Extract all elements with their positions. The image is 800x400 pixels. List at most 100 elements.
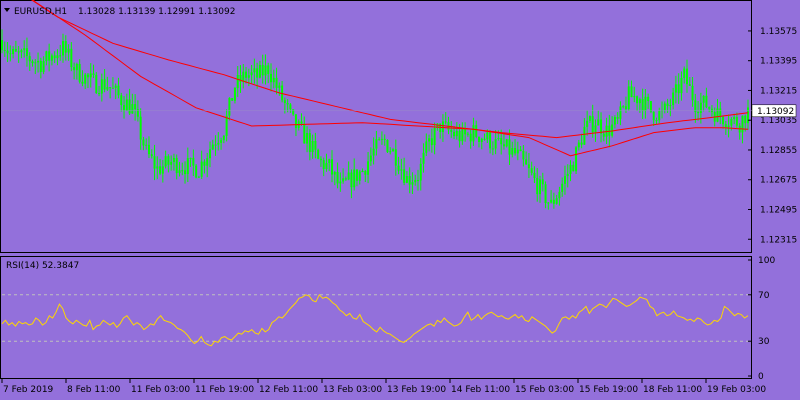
candle-body [392,149,395,152]
candle [314,132,317,159]
candle [28,52,31,71]
candle-body [394,149,397,166]
time-axis: 7 Feb 2019 8 Feb 11:00 11 Feb 03:00 11 Feb … [1,379,766,395]
candle [411,172,414,194]
candle-body [14,48,17,52]
candle-body [597,119,600,126]
candle [100,73,103,102]
candle-body [111,87,114,89]
candle-body [264,65,267,76]
candle [142,136,145,151]
candle-body [669,105,672,107]
candle [738,123,741,140]
candle-body [702,95,705,103]
candle-body [458,131,461,142]
candle-body [453,131,456,137]
candle [123,96,126,119]
candle [308,129,311,161]
candle [558,186,561,206]
candle [278,82,281,96]
ohlc-label: 1.13028 1.13139 1.12991 1.13092 [78,7,235,17]
candle [339,172,342,192]
candle-body [25,48,28,57]
candle-body [583,126,586,145]
candle-body [189,157,192,159]
candle-body [272,77,275,83]
triangle-down-icon[interactable] [4,8,10,12]
rsi-tick-label: 70 [758,291,770,301]
time-tick-label: 18 Feb 11:00 [643,385,702,395]
candle-body [178,170,181,174]
candle [422,143,425,173]
candle [50,53,53,66]
candle [256,62,259,89]
candle-body [56,55,59,59]
candle [355,169,358,187]
candle [491,141,494,156]
candle [683,66,686,84]
candle [98,85,101,97]
candle-body [525,159,528,165]
candle [588,115,591,123]
candle [211,139,214,151]
candle [688,77,691,86]
candle [336,162,339,189]
price-chart[interactable]: 1.13575 1.13395 1.13215 1.13035 1.12855 1.126… [0,0,800,400]
candle-body [544,184,547,204]
time-tick-label: 7 Feb 2019 [3,385,54,395]
candle-body [672,92,675,106]
candle [120,92,123,112]
candle-body [730,119,733,126]
candle-body [319,158,322,161]
rsi-tick-label: 100 [758,256,775,266]
candle [317,148,320,160]
candle-body [220,140,223,143]
candle [464,122,467,142]
candle-body [164,156,167,167]
candle-body [430,138,433,146]
candle [186,147,189,182]
candle [649,101,652,114]
candle-body [616,117,619,119]
candle [281,80,284,103]
candle [167,154,170,173]
candle-body [228,98,231,116]
candle-body [699,102,702,113]
candle-body [486,132,489,140]
candle-body [170,161,173,165]
time-tick-label: 15 Feb 03:00 [515,385,574,395]
candle-body [103,79,106,90]
candle-body [602,133,605,137]
candle [597,110,600,126]
candle [20,48,23,59]
candle [189,157,192,167]
candle-body [591,116,594,133]
candle-body [613,117,616,125]
candle [333,170,336,186]
candle-body [3,49,6,51]
candle-body [17,51,20,53]
candle-body [78,63,81,82]
candle-body [253,68,256,73]
candle-body [655,120,658,122]
candle [494,130,497,155]
candle [103,69,106,93]
candle [733,113,736,125]
candle-body [34,62,37,64]
candle [616,112,619,125]
candle-body [9,53,12,55]
candle-body [367,161,370,175]
candle [34,58,37,75]
candle-body [181,170,184,172]
candle [45,50,48,66]
candle [375,130,378,156]
candle-body [536,177,539,195]
candle-body [547,202,550,204]
candle-body [624,106,627,110]
candle [586,110,589,136]
candle-body [336,172,339,184]
candle [447,116,450,135]
rsi-line [1,293,749,347]
candle-body [123,105,126,111]
candle [544,181,547,209]
